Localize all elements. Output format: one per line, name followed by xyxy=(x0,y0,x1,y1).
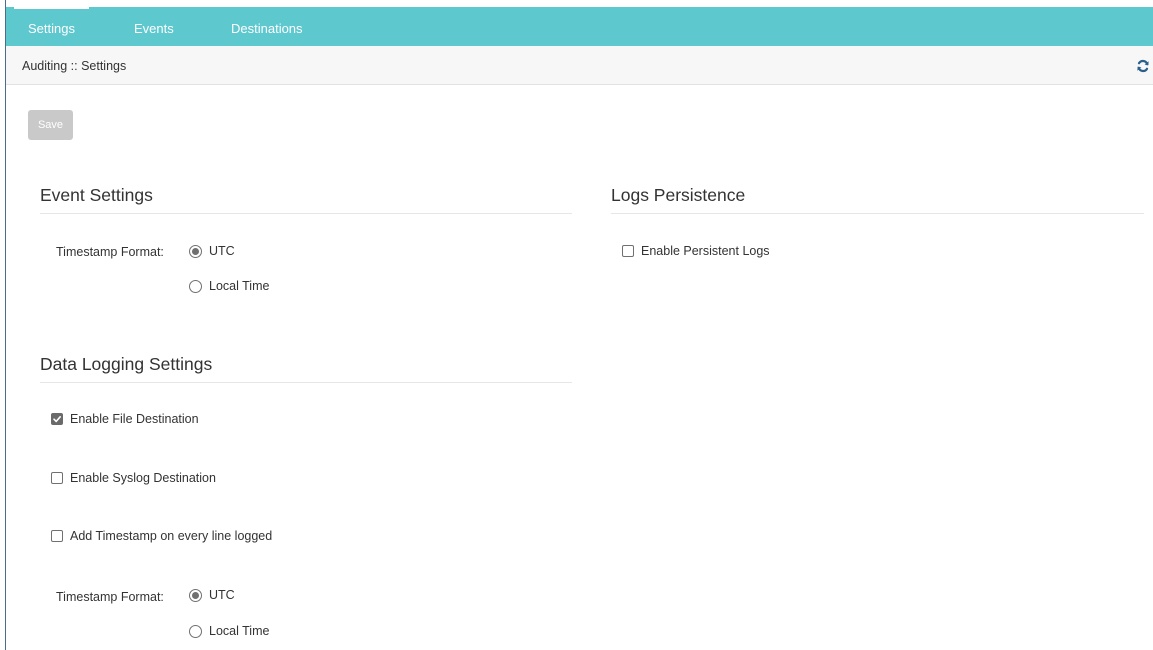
auditing-settings-page: Settings Events Destinations Auditing ::… xyxy=(0,0,1153,650)
enable-syslog-destination-checkbox[interactable] xyxy=(51,472,63,484)
data-local-time-option[interactable]: Local Time xyxy=(189,623,269,639)
refresh-icon[interactable] xyxy=(1136,59,1150,73)
event-settings-divider xyxy=(40,213,572,214)
left-edge-border xyxy=(0,0,6,650)
data-local-time-label: Local Time xyxy=(209,624,270,638)
enable-syslog-destination-label: Enable Syslog Destination xyxy=(70,471,216,485)
logs-persistence-title: Logs Persistence xyxy=(611,185,746,205)
enable-syslog-destination-option[interactable]: Enable Syslog Destination xyxy=(51,470,216,486)
event-utc-label: UTC xyxy=(209,244,235,258)
data-utc-option[interactable]: UTC xyxy=(189,587,235,603)
enable-file-destination-label: Enable File Destination xyxy=(70,412,199,426)
enable-file-destination-option[interactable]: Enable File Destination xyxy=(51,411,199,427)
top-nav-bar: Settings Events Destinations xyxy=(6,7,1153,46)
event-utc-radio[interactable] xyxy=(189,244,202,258)
enable-file-destination-checkbox[interactable] xyxy=(51,413,63,425)
tab-settings[interactable]: Settings xyxy=(14,7,89,46)
enable-persistent-logs-checkbox[interactable] xyxy=(622,245,634,257)
save-button[interactable]: Save xyxy=(28,110,73,140)
event-local-time-option[interactable]: Local Time xyxy=(189,278,269,294)
tab-events[interactable]: Events xyxy=(134,7,174,46)
add-timestamp-label: Add Timestamp on every line logged xyxy=(70,529,273,543)
breadcrumb-bar: Auditing :: Settings xyxy=(6,46,1153,85)
event-local-time-label: Local Time xyxy=(209,279,270,293)
data-utc-label: UTC xyxy=(209,588,235,602)
breadcrumb: Auditing :: Settings xyxy=(22,59,127,73)
logs-persistence-divider xyxy=(611,213,1144,214)
event-local-time-radio[interactable] xyxy=(189,279,202,293)
event-utc-option[interactable]: UTC xyxy=(189,243,235,259)
data-timestamp-format-label: Timestamp Format: xyxy=(56,590,164,604)
enable-persistent-logs-option[interactable]: Enable Persistent Logs xyxy=(622,243,770,259)
enable-persistent-logs-label: Enable Persistent Logs xyxy=(641,244,770,258)
add-timestamp-option[interactable]: Add Timestamp on every line logged xyxy=(51,528,272,544)
checkmark-icon xyxy=(53,416,61,423)
event-timestamp-format-label: Timestamp Format: xyxy=(56,245,164,259)
data-logging-settings-title: Data Logging Settings xyxy=(40,354,213,374)
event-settings-title: Event Settings xyxy=(40,185,153,205)
add-timestamp-checkbox[interactable] xyxy=(51,530,63,542)
tab-destinations[interactable]: Destinations xyxy=(231,7,303,46)
data-local-time-radio[interactable] xyxy=(189,624,202,638)
data-utc-radio[interactable] xyxy=(189,588,202,602)
data-logging-divider xyxy=(40,382,572,383)
